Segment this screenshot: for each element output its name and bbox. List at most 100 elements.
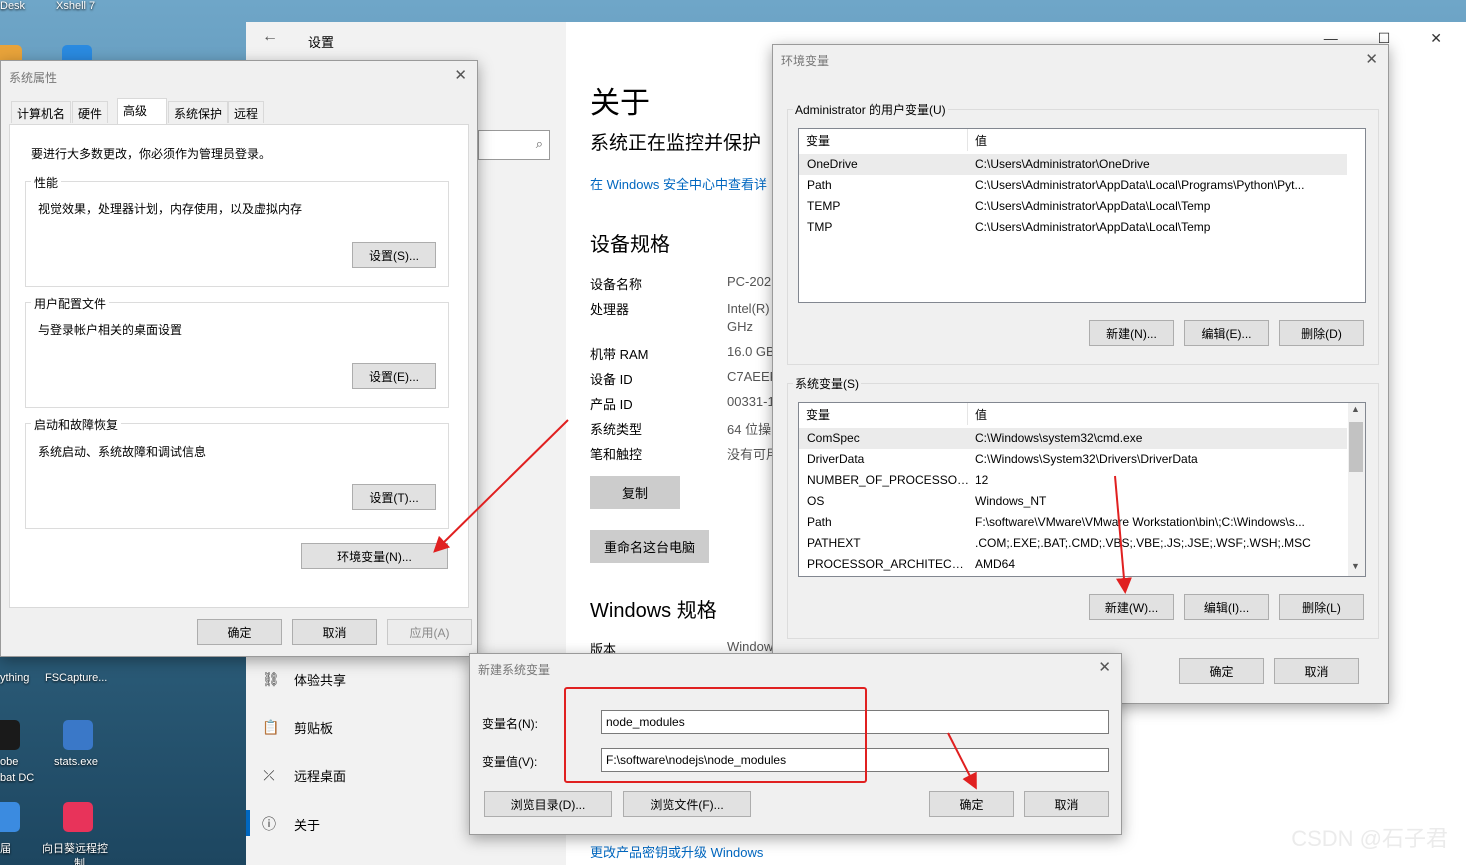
security-center-link[interactable]: 在 Windows 安全中心中查看详 [590,174,767,193]
table-row[interactable]: Path C:\Users\Administrator\AppData\Loca… [799,175,1347,196]
cancel-button[interactable]: 取消 [1024,791,1109,817]
desktop-icon-label[interactable]: Desk [0,0,25,12]
nav-item-clipboard[interactable]: 📋 剪贴板 [262,718,333,737]
nav-label: 关于 [294,817,321,833]
spec-key: 产品 ID [590,397,633,412]
system-delete-button[interactable]: 删除(L) [1279,594,1364,620]
info-icon: ⓘ [262,816,276,832]
desktop-icon-label[interactable]: bat DC [0,772,34,784]
performance-settings-button[interactable]: 设置(S)... [352,242,436,268]
close-icon[interactable]: ✕ [454,66,467,84]
desktop-icon-label[interactable]: stats.exe [54,756,98,768]
tab-computer-name[interactable]: 计算机名 [11,101,72,123]
user-new-button[interactable]: 新建(N)... [1089,320,1174,346]
column-header-value[interactable]: 值 [968,129,1365,151]
browse-file-button[interactable]: 浏览文件(F)... [623,791,751,817]
desktop-icon-label[interactable]: 届 [0,840,11,856]
desktop-icon-label[interactable]: ything [0,672,29,684]
user-vars-list[interactable]: 变量 值 OneDrive C:\Users\Administrator\One… [798,128,1366,303]
var-name: PATHEXT [807,536,861,550]
table-row[interactable]: NUMBER_OF_PROCESSORS 12 [799,470,1347,491]
var-value: AMD64 [975,557,1016,571]
spec-value: 16.0 GB [727,344,775,359]
user-edit-button[interactable]: 编辑(E)... [1184,320,1269,346]
nav-item-remote-desktop[interactable]: ⤫ 远程桌面 [262,766,346,785]
desktop-icon-label[interactable]: 向日葵远程控 [42,840,108,856]
system-new-button[interactable]: 新建(W)... [1089,594,1174,620]
nav-label: 远程桌面 [294,769,347,784]
nav-item-share[interactable]: ⛓ 体验共享 [262,670,346,689]
ok-button[interactable]: 确定 [197,619,282,645]
close-icon[interactable]: ✕ [1365,50,1378,68]
scroll-down-icon[interactable]: ▼ [1351,561,1360,571]
cancel-button[interactable]: 取消 [1274,658,1359,684]
ok-button[interactable]: 确定 [1179,658,1264,684]
scrollbar-thumb[interactable] [1349,422,1363,472]
desktop-icon-label[interactable]: FSCapture... [45,672,107,684]
user-profiles-group [25,302,449,408]
table-row[interactable]: Path F:\software\VMware\VMware Workstati… [799,512,1347,533]
nav-item-about[interactable]: ⓘ 关于 [262,814,320,834]
tab-system-protection[interactable]: 系统保护 [168,101,229,123]
column-header-value[interactable]: 值 [968,403,1348,425]
ok-button[interactable]: 确定 [929,791,1014,817]
table-row[interactable]: OneDrive C:\Users\Administrator\OneDrive [799,154,1347,175]
var-value: C:\Users\Administrator\AppData\Local\Pro… [975,178,1305,192]
var-name: TMP [807,220,833,234]
environment-variables-button[interactable]: 环境变量(N)... [301,543,448,569]
startup-settings-button[interactable]: 设置(T)... [352,484,436,510]
tab-remote[interactable]: 远程 [228,101,265,123]
search-icon: ⌕ [535,136,543,151]
table-row[interactable]: OS Windows_NT [799,491,1347,512]
group-label: 启动和故障恢复 [31,416,122,433]
browse-directory-button[interactable]: 浏览目录(D)... [484,791,612,817]
page-title: 关于 [590,87,650,120]
app-icon[interactable] [0,802,20,832]
copy-button[interactable]: 复制 [590,476,680,509]
var-value: 12 [975,473,989,487]
upgrade-windows-link[interactable]: 更改产品密钥或升级 Windows [590,842,763,861]
user-delete-button[interactable]: 删除(D) [1279,320,1364,346]
nav-selected-indicator [246,810,250,836]
table-row[interactable]: PATHEXT .COM;.EXE;.BAT;.CMD;.VBS;.VBE;.J… [799,533,1347,554]
windows-spec-heading: Windows 规格 [590,600,717,622]
table-row[interactable]: DriverData C:\Windows\System32\Drivers\D… [799,449,1347,470]
scroll-up-icon[interactable]: ▲ [1351,404,1360,414]
system-properties-dialog: 系统属性 ✕ 计算机名 硬件 高级 系统保护 远程 要进行大多数更改，你必须作为… [0,60,478,657]
column-header-variable[interactable]: 变量 [799,403,968,425]
cancel-button[interactable]: 取消 [292,619,377,645]
settings-title: 设置 [308,35,335,50]
system-vars-list[interactable]: 变量 值 ComSpec C:\Windows\system32\cmd.exe… [798,402,1366,577]
close-icon[interactable]: ✕ [1098,658,1111,676]
system-edit-button[interactable]: 编辑(I)... [1184,594,1269,620]
apply-button[interactable]: 应用(A) [387,619,472,645]
back-arrow-icon[interactable]: ← [262,28,278,46]
desktop-icon-label[interactable]: Xshell 7 [56,0,95,12]
var-value: C:\Users\Administrator\AppData\Local\Tem… [975,199,1211,213]
sunlogin-icon[interactable] [63,802,93,832]
var-name: Path [807,515,832,529]
nav-label: 剪贴板 [294,721,334,736]
desktop-icon-label[interactable]: 制 [74,855,85,865]
settings-search-input[interactable]: ⌕ [478,130,550,160]
tab-advanced[interactable]: 高级 [117,98,167,124]
user-profile-settings-button[interactable]: 设置(E)... [352,363,436,389]
var-name: PROCESSOR_ARCHITECT... [807,557,967,571]
remote-desktop-icon: ⤫ [263,767,275,783]
desktop-icon-label[interactable]: obe [0,756,18,768]
device-spec-heading: 设备规格 [590,234,670,256]
column-header-variable[interactable]: 变量 [799,129,968,151]
watermark: CSDN @石子君 [1291,826,1448,851]
dialog-title: 环境变量 [781,54,830,68]
stats-icon[interactable] [63,720,93,750]
tab-hardware[interactable]: 硬件 [72,101,109,123]
close-icon[interactable]: ✕ [1430,30,1442,47]
table-row[interactable]: TMP C:\Users\Administrator\AppData\Local… [799,217,1347,238]
acrobat-icon[interactable] [0,720,20,750]
vertical-scrollbar[interactable]: ▲ ▼ [1348,403,1365,576]
table-row[interactable]: ComSpec C:\Windows\system32\cmd.exe [799,428,1347,449]
spec-key: 处理器 [590,302,630,317]
table-row[interactable]: PROCESSOR_ARCHITECT... AMD64 [799,554,1347,575]
table-row[interactable]: TEMP C:\Users\Administrator\AppData\Loca… [799,196,1347,217]
rename-pc-button[interactable]: 重命名这台电脑 [590,530,710,563]
